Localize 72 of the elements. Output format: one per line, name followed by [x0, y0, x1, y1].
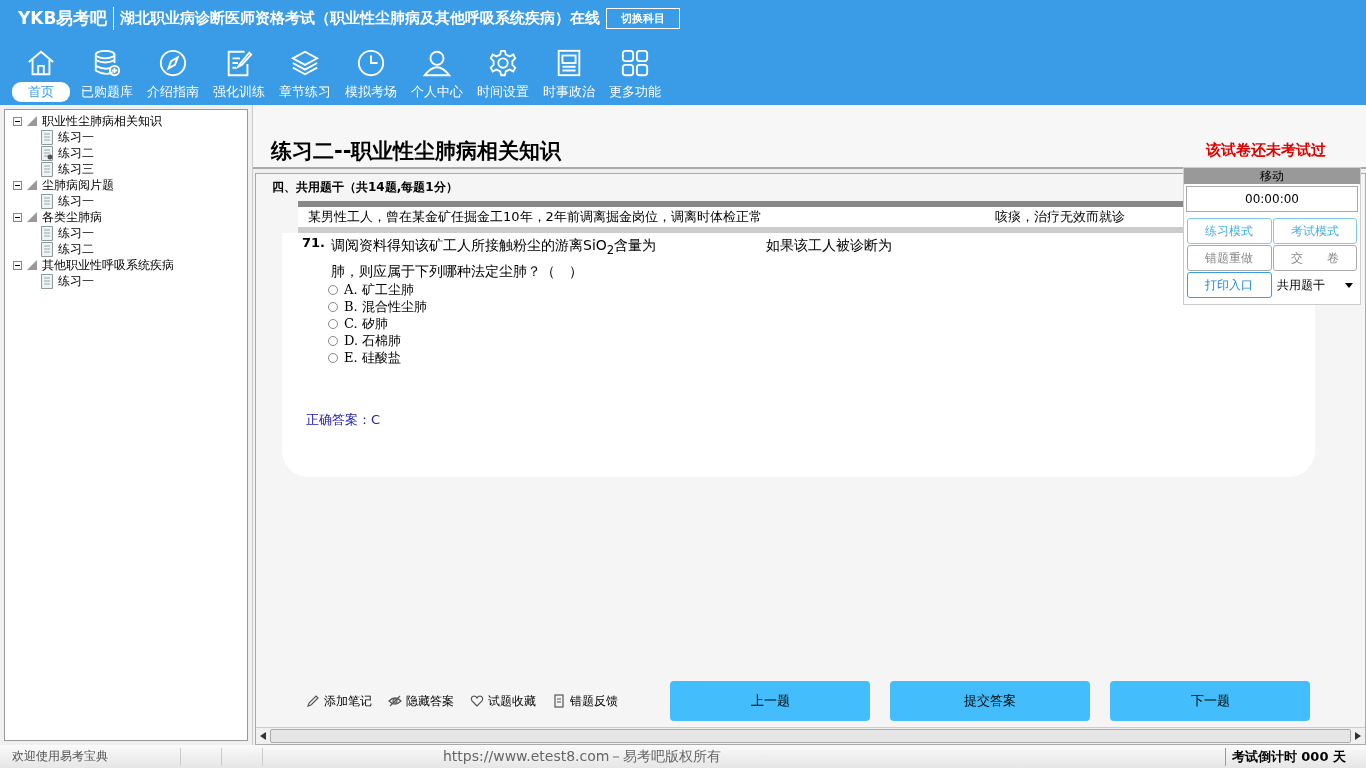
correct-answer: 正确答案：C	[305, 410, 382, 429]
tree-item[interactable]: 练习二	[58, 240, 94, 258]
welcome-text: 欢迎使用易考宝典	[11, 748, 109, 765]
exam-status: 该试卷还未考试过	[1206, 140, 1326, 160]
question-text: 如果该工人被诊断为	[766, 236, 893, 255]
tree-group[interactable]: 各类尘肺病	[42, 208, 102, 226]
dropdown-caret-icon[interactable]	[1345, 282, 1353, 288]
triangle-icon	[27, 116, 37, 126]
radio-button[interactable]	[328, 353, 338, 364]
option-label[interactable]: E. 硅酸盐	[344, 349, 401, 368]
tree-group[interactable]: 尘肺病阅片题	[42, 176, 114, 194]
tree-item[interactable]: 练习一	[58, 224, 94, 242]
grid-icon[interactable]	[619, 48, 650, 78]
tree-item[interactable]: 练习三	[58, 160, 94, 178]
question-text: 调阅资料得知该矿工人所接触粉尘的游离SiO$_{2}$含量为	[331, 236, 657, 259]
panel-button[interactable]: 错题重做	[1187, 245, 1272, 271]
radio-button[interactable]	[328, 319, 338, 330]
eye-icon[interactable]	[388, 694, 402, 708]
tool-link[interactable]: 错题反馈	[570, 692, 618, 710]
exam-title: 湖北职业病诊断医师资格考试（职业性尘肺病及其他呼吸系统疾病）在线	[120, 8, 601, 28]
radio-button[interactable]	[328, 285, 338, 296]
copyright-text: https://www.etest8.com－易考吧版权所有	[442, 747, 723, 766]
clock-icon[interactable]	[355, 48, 386, 78]
panel-button[interactable]: 打印入口	[1187, 272, 1272, 298]
tool-link[interactable]: 添加笔记	[324, 692, 372, 710]
option-label[interactable]: D. 石棉肺	[344, 332, 402, 351]
option-label[interactable]: B. 混合性尘肺	[344, 298, 427, 317]
pencil-icon[interactable]	[306, 694, 320, 708]
tool-link[interactable]: 隐藏答案	[406, 692, 454, 710]
triangle-icon	[27, 180, 37, 190]
section-heading: 四、共用题干（共14题,每题1分）	[272, 179, 458, 196]
nav-button[interactable]: 下一题	[1110, 681, 1310, 721]
panel-button[interactable]: 交 卷	[1272, 245, 1357, 271]
tree-item[interactable]: 练习一	[58, 272, 94, 290]
exercise-title: 练习二--职业性尘肺病相关知识	[271, 138, 562, 165]
option-label[interactable]: A. 矿工尘肺	[344, 281, 414, 300]
collapse-toggle-icon[interactable]	[13, 260, 22, 270]
app-logo: YKB易考吧	[18, 6, 115, 30]
heart-icon[interactable]	[470, 694, 484, 708]
tree-item[interactable]: 练习一	[58, 128, 94, 146]
question-number: 71.	[302, 235, 326, 252]
scroll-left-icon[interactable]	[260, 732, 266, 740]
collapse-toggle-icon[interactable]	[13, 116, 22, 126]
radio-button[interactable]	[328, 302, 338, 313]
layers-icon[interactable]	[289, 48, 320, 78]
question-type-select[interactable]: 共用题干	[1272, 272, 1357, 298]
collapse-toggle-icon[interactable]	[13, 180, 22, 190]
compass-icon[interactable]	[157, 48, 188, 78]
tree-item[interactable]: 练习一	[58, 192, 94, 210]
question-text: 肺，则应属于下列哪种法定尘肺？（ ）	[331, 261, 585, 281]
triangle-icon	[27, 212, 37, 222]
stem-text: 咳痰，治疗无效而就诊	[995, 208, 1125, 226]
option-label[interactable]: C. 矽肺	[344, 315, 388, 334]
timer-display: 00:00:00	[1186, 186, 1358, 212]
doc-icon[interactable]	[552, 694, 566, 708]
tree-item[interactable]: 练习二	[58, 144, 94, 162]
nav-button[interactable]: 上一题	[670, 681, 870, 721]
tree-group[interactable]: 其他职业性呼吸系统疾病	[42, 256, 174, 274]
move-handle[interactable]: 移动	[1184, 168, 1360, 184]
tool-link[interactable]: 试题收藏	[488, 692, 536, 710]
horizontal-scrollbar[interactable]	[256, 727, 1365, 744]
triangle-icon	[27, 260, 37, 270]
nav-button[interactable]: 提交答案	[890, 681, 1090, 721]
home-icon[interactable]	[25, 48, 56, 78]
tree-group[interactable]: 职业性尘肺病相关知识	[42, 112, 162, 130]
gear-icon[interactable]	[487, 48, 518, 78]
countdown-text: 考试倒计时 000 天	[1224, 747, 1366, 766]
radio-button[interactable]	[328, 336, 338, 347]
user-icon[interactable]	[421, 48, 452, 78]
stem-text: 某男性工人，曾在某金矿任掘金工10年，2年前调离掘金岗位，调离时体检正常	[308, 208, 762, 226]
scroll-right-icon[interactable]	[1355, 732, 1361, 740]
collapse-toggle-icon[interactable]	[13, 212, 22, 222]
